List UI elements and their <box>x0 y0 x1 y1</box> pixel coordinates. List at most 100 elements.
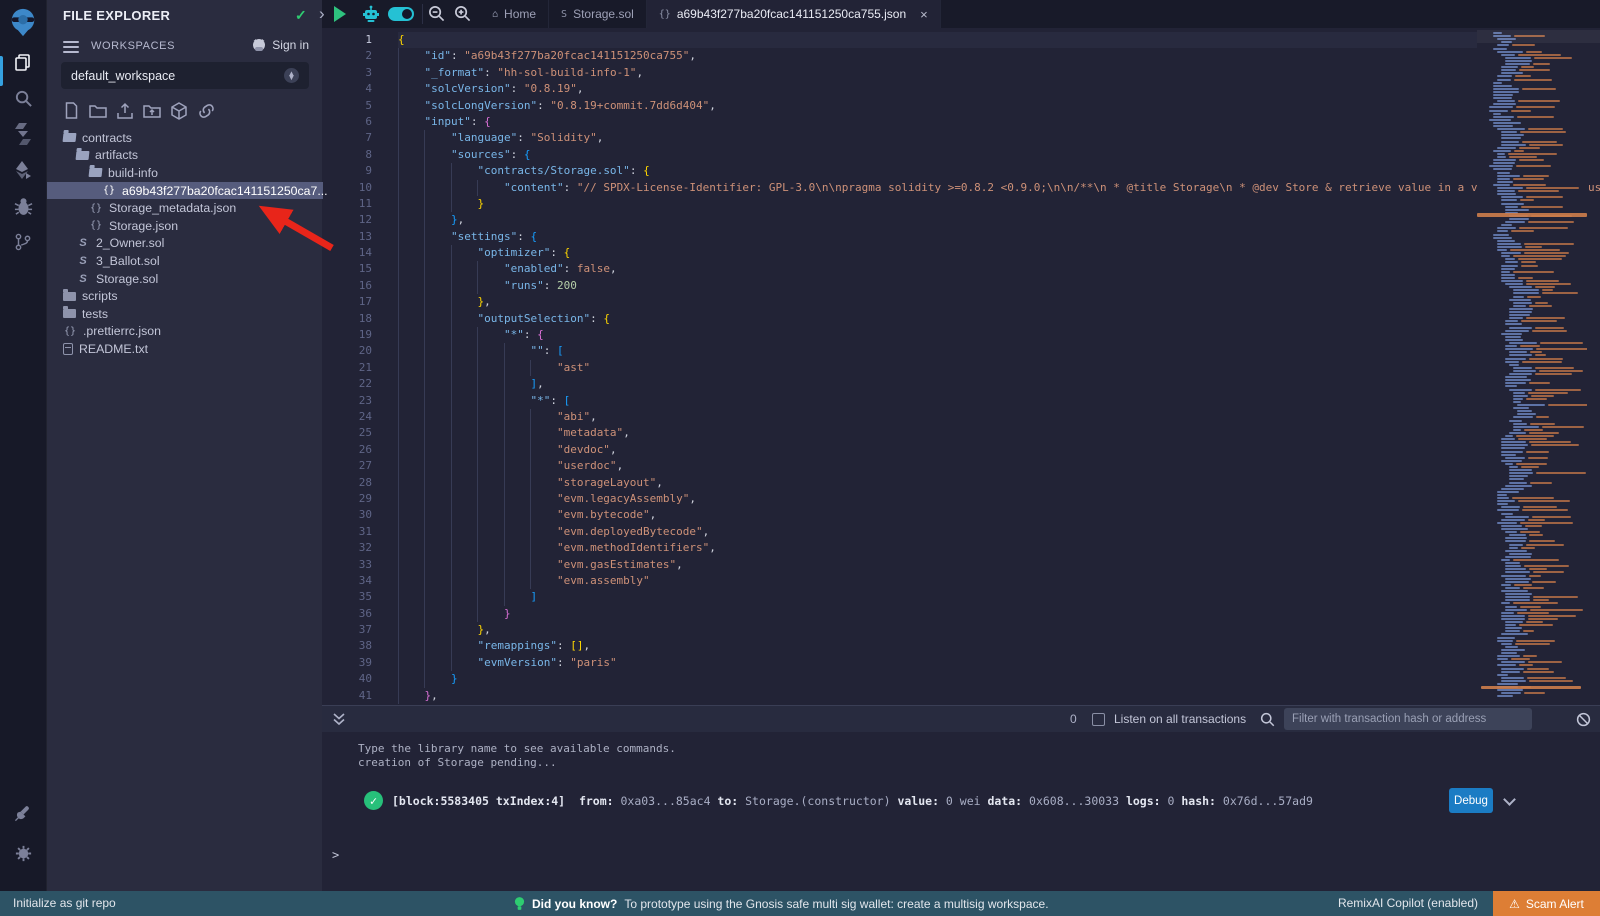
line-number: 3 <box>322 65 372 81</box>
new-file-icon[interactable] <box>63 102 80 120</box>
json-file-icon: {} <box>63 326 77 337</box>
copilot-toggle[interactable] <box>388 7 414 21</box>
indent-guide <box>398 294 399 310</box>
tree-item[interactable]: build-info <box>47 164 323 182</box>
indent-guide <box>398 524 399 540</box>
link-icon[interactable] <box>197 102 216 120</box>
sidebar-item-plugin-manager[interactable] <box>0 795 46 831</box>
clipped-line-tail: us <box>1588 180 1600 196</box>
ai-copilot-robot-icon[interactable] <box>362 5 380 28</box>
chevron-right-icon[interactable]: › <box>319 4 325 24</box>
upload-folder-icon[interactable] <box>143 102 161 120</box>
sidebar-item-solidity-compiler[interactable] <box>0 116 46 152</box>
tab-label: a69b43f277ba20fcac141151250ca755.json <box>677 7 906 21</box>
remix-logo-icon[interactable] <box>0 0 46 44</box>
solidity-icon <box>14 123 32 145</box>
indent-guide <box>477 557 478 573</box>
tree-item[interactable]: {} .prettierrc.json <box>47 323 323 341</box>
line-number-gutter: 1234567891011121314151617181920212223242… <box>322 32 398 704</box>
sidebar-item-debugger[interactable] <box>0 188 46 224</box>
tx-summary: [block:5583405 txIndex:4] from: 0xa03...… <box>392 794 1313 808</box>
sidebar-item-deploy-run[interactable] <box>0 152 46 188</box>
indent-guide <box>504 343 505 359</box>
indent-guide <box>398 212 399 228</box>
tree-item[interactable]: S2_Owner.sol <box>47 235 323 253</box>
sidebar-item-search[interactable] <box>0 80 46 116</box>
code-line: "runs": 200 <box>398 278 1600 294</box>
sidebar-item-file-explorer[interactable] <box>0 44 46 80</box>
indent-guide <box>424 147 425 163</box>
close-tab-icon[interactable]: × <box>920 7 928 22</box>
tab-a69b43f277ba20fcac141151250ca755-json[interactable]: {}a69b43f277ba20fcac141151250ca755.json× <box>647 0 941 28</box>
line-number: 38 <box>322 638 372 654</box>
zoom-in-icon[interactable] <box>454 5 471 27</box>
sidebar-item-git[interactable] <box>0 224 46 260</box>
tree-item-label: contracts <box>82 131 132 145</box>
line-number: 39 <box>322 655 372 671</box>
code-line: "storageLayout", <box>398 475 1600 491</box>
indent-guide <box>398 573 399 589</box>
line-number: 32 <box>322 540 372 556</box>
tree-item[interactable]: tests <box>47 305 323 323</box>
zoom-out-icon[interactable] <box>428 5 445 27</box>
tree-item[interactable]: SStorage.sol <box>47 270 323 288</box>
sidebar-item-settings[interactable] <box>0 835 46 871</box>
workspace-select[interactable]: default_workspace ▲▼ <box>61 62 309 89</box>
indent-guide <box>451 524 452 540</box>
code-line: "*": { <box>398 327 1600 343</box>
tab-storage-sol[interactable]: SStorage.sol <box>549 0 647 28</box>
line-number: 14 <box>322 245 372 261</box>
cube-icon[interactable] <box>170 102 188 120</box>
expand-terminal-icon[interactable] <box>332 712 346 726</box>
indent-guide <box>424 180 425 196</box>
tree-item[interactable]: scripts <box>47 287 323 305</box>
terminal-prompt[interactable]: > <box>332 848 339 862</box>
tree-item-label: .prettierrc.json <box>83 324 161 338</box>
hamburger-menu-icon[interactable] <box>63 41 79 53</box>
new-folder-icon[interactable] <box>89 102 107 120</box>
tree-item[interactable]: {}Storage.json <box>47 217 323 235</box>
editor-scrollbar[interactable] <box>1587 28 1600 705</box>
debug-button[interactable]: Debug <box>1449 788 1493 813</box>
git-init-button[interactable]: Initialize as git repo <box>13 891 116 916</box>
code-line: "sources": { <box>398 147 1600 163</box>
line-number: 4 <box>322 81 372 97</box>
editor-minimap[interactable] <box>1477 28 1587 705</box>
indent-guide <box>451 261 452 277</box>
code-editor[interactable]: 1234567891011121314151617181920212223242… <box>322 28 1600 705</box>
editor-tab-bar: ⌂HomeSStorage.sol{}a69b43f277ba20fcac141… <box>322 0 1600 28</box>
line-number: 9 <box>322 163 372 179</box>
indent-guide <box>477 376 478 392</box>
github-sign-in[interactable]: Sign in <box>251 38 309 52</box>
indent-guide <box>424 245 425 261</box>
indent-guide <box>398 65 399 81</box>
tab-home[interactable]: ⌂Home <box>480 0 549 28</box>
listen-transactions-checkbox[interactable] <box>1092 713 1105 726</box>
minimap-slider[interactable] <box>1477 30 1600 43</box>
github-icon <box>251 38 267 52</box>
code-line: "abi", <box>398 409 1600 425</box>
run-script-button[interactable] <box>334 6 346 22</box>
tree-item[interactable]: README.txt <box>47 340 323 358</box>
tx-expand-caret-icon[interactable] <box>1503 793 1516 806</box>
tree-item-label: scripts <box>82 289 118 303</box>
listen-transactions-label[interactable]: Listen on all transactions <box>1114 712 1246 726</box>
code-line: "id": "a69b43f277ba20fcac141151250ca755"… <box>398 48 1600 64</box>
transaction-row[interactable]: ✓ [block:5583405 txIndex:4] from: 0xa03.… <box>322 786 1600 816</box>
code-line: "devdoc", <box>398 442 1600 458</box>
indent-guide <box>504 589 505 605</box>
tree-item[interactable]: artifacts <box>47 147 323 165</box>
tree-item[interactable]: S3_Ballot.sol <box>47 252 323 270</box>
code-line: }, <box>398 688 1600 704</box>
code-line: } <box>398 671 1600 687</box>
indent-guide <box>424 573 425 589</box>
tree-item[interactable]: {}Storage_metadata.json <box>47 199 323 217</box>
tree-item[interactable]: contracts <box>47 129 323 147</box>
transaction-filter-input[interactable] <box>1284 708 1532 730</box>
copilot-status[interactable]: RemixAI Copilot (enabled) <box>1338 891 1478 916</box>
indent-guide <box>477 442 478 458</box>
scam-alert-button[interactable]: ⚠ Scam Alert <box>1493 891 1600 916</box>
tree-item[interactable]: {}a69b43f277ba20fcac141151250ca7... <box>47 182 323 200</box>
clear-console-icon[interactable] <box>1576 712 1591 727</box>
upload-file-icon[interactable] <box>116 102 134 120</box>
